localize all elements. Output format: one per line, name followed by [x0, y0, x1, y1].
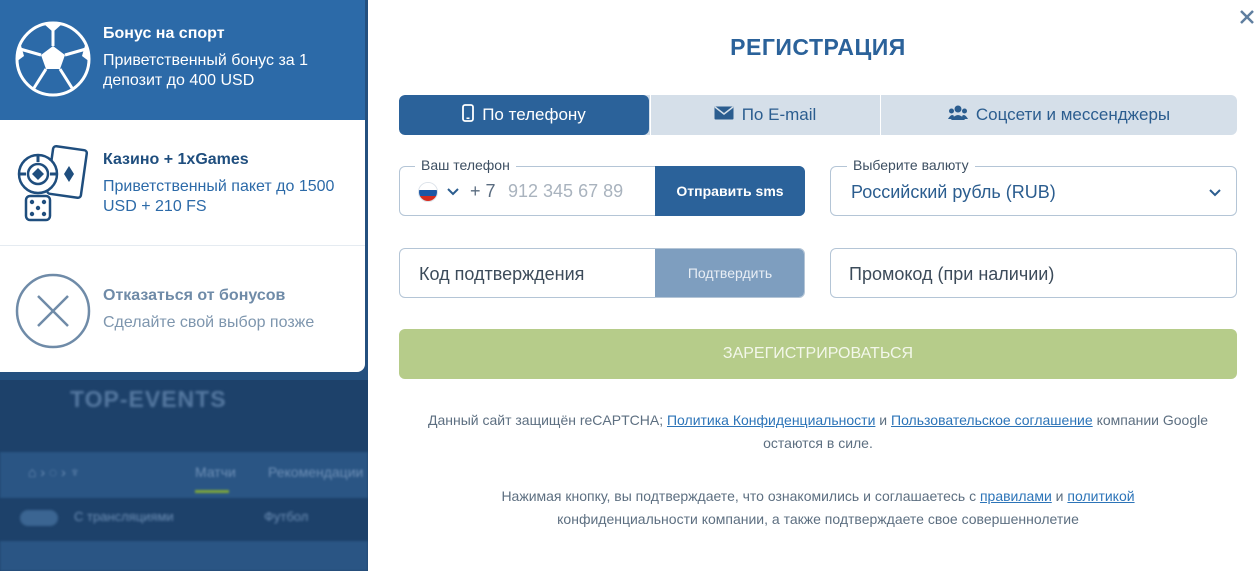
modal-title: РЕГИСТРАЦИЯ: [730, 34, 906, 60]
tab-email-label: По E-mail: [741, 105, 817, 124]
promo-code-field[interactable]: Промокод (при наличии): [830, 248, 1237, 298]
phone-field[interactable]: Ваш телефон + 7 912 345 67 89 Отправить …: [399, 157, 805, 216]
background-tabs-bar: ⌂ › ◌ › ♆ Матчи Рекомендации: [0, 452, 368, 498]
send-sms-button[interactable]: Отправить sms: [655, 166, 805, 216]
privacy-policy-link[interactable]: Политика Конфиденциальности: [667, 412, 875, 428]
decline-x-icon: [14, 272, 92, 355]
registration-modal: РЕГИСТРАЦИЯ По телефону По E-mail Соцсет…: [368, 0, 1257, 571]
rules-link[interactable]: правилами: [980, 488, 1052, 504]
recaptcha-prefix: Данный сайт защищён reCAPTCHA;: [427, 412, 664, 428]
currency-value: Российский рубль (RUB): [851, 182, 1056, 202]
bonus-casino-title: Казино + 1xGames: [103, 151, 249, 168]
envelope-icon: [714, 105, 734, 125]
consent-note: Нажимая кнопку, вы подтверждаете, что оз…: [399, 485, 1237, 531]
confirmation-code-field[interactable]: Код подтверждения Подтвердить: [399, 248, 805, 298]
tab-social-label: Соцсети и мессенджеры: [975, 105, 1171, 124]
background-filter-row: С трансляциями Футбол: [0, 500, 368, 536]
consent-and: и: [1055, 488, 1064, 504]
bonus-casino-option[interactable]: Казино + 1xGames Приветственный пакет до…: [0, 120, 365, 246]
phone-country-code: + 7: [470, 181, 496, 201]
confirmation-code-input[interactable]: Код подтверждения: [419, 264, 584, 285]
background-event-row: [0, 541, 368, 571]
tab-social[interactable]: Соцсети и мессенджеры: [880, 95, 1237, 135]
recaptcha-note: Данный сайт защищён reCAPTCHA; Политика …: [399, 409, 1237, 455]
registration-tabs: По телефону По E-mail Соцсети и мессендж…: [399, 95, 1237, 135]
bonus-casino-desc: Приветственный пакет до 1500 USD + 210 F…: [103, 178, 335, 215]
background-tab-matches: Матчи: [195, 464, 236, 480]
background-tab-underline: [195, 490, 229, 493]
confirm-button[interactable]: Подтвердить: [655, 249, 804, 297]
casino-chips-icon: [16, 144, 89, 229]
currency-legend: Выберите валюту: [847, 157, 975, 173]
promo-code-input[interactable]: Промокод (при наличии): [849, 264, 1054, 285]
russia-flag-icon[interactable]: [418, 182, 438, 202]
bonus-decline-option[interactable]: Отказаться от бонусов Сделайте свой выбо…: [0, 246, 365, 372]
bonus-sport-title: Бонус на спорт: [103, 25, 225, 42]
soccer-ball-icon: [14, 20, 92, 103]
background-with-streams: С трансляциями: [74, 509, 174, 524]
close-icon[interactable]: [1237, 7, 1257, 27]
background-tab-more: Рекомендации: [268, 464, 364, 480]
register-button[interactable]: ЗАРЕГИСТРИРОВАТЬСЯ: [399, 329, 1237, 379]
tab-phone[interactable]: По телефону: [399, 95, 649, 135]
phone-field-legend: Ваш телефон: [415, 157, 516, 173]
bonus-sport-option[interactable]: Бонус на спорт Приветственный бонус за 1…: [0, 0, 365, 120]
bonus-decline-title: Отказаться от бонусов: [103, 287, 286, 304]
phone-input[interactable]: 912 345 67 89: [508, 181, 623, 202]
home-icon: ⌂ › ◌ › ♆: [28, 464, 81, 480]
terms-link[interactable]: Пользовательское соглашение: [891, 412, 1093, 428]
users-icon: [947, 105, 968, 126]
tab-phone-label: По телефону: [482, 105, 586, 124]
chevron-down-icon: [1208, 185, 1222, 203]
background-football: Футбол: [264, 509, 309, 524]
policy-link[interactable]: политикой: [1067, 488, 1134, 504]
consent-suffix: конфиденциальности компании, а также под…: [557, 511, 1079, 527]
background-top-events-title: TOP-EVENTS: [70, 386, 227, 412]
consent-prefix: Нажимая кнопку, вы подтверждаете, что оз…: [501, 488, 977, 504]
bonus-panel: Бонус на спорт Приветственный бонус за 1…: [0, 0, 365, 372]
background-toggle: [20, 510, 58, 526]
bonus-decline-desc: Сделайте свой выбор позже: [103, 314, 315, 331]
recaptcha-and: и: [879, 412, 888, 428]
bonus-sport-desc: Приветственный бонус за 1 депозит до 400…: [103, 52, 309, 89]
currency-select[interactable]: Выберите валюту Российский рубль (RUB): [830, 157, 1237, 216]
tab-email[interactable]: По E-mail: [650, 95, 879, 135]
phone-icon: [462, 103, 475, 127]
chevron-down-icon[interactable]: [446, 184, 460, 202]
